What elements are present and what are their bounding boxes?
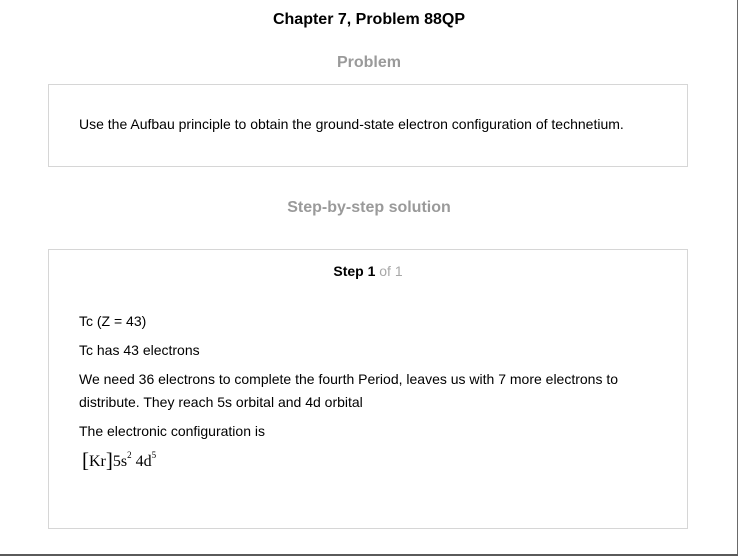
atomic-number-line: Tc (Z = 43)	[79, 313, 147, 329]
electron-count-line: Tc has 43 electrons	[79, 342, 200, 358]
configuration-label: The electronic configuration is	[79, 423, 265, 439]
problem-card: Use the Aufbau principle to obtain the g…	[48, 84, 688, 167]
page-title: Chapter 7, Problem 88QP	[272, 11, 466, 28]
formula-open-bracket: [	[82, 448, 89, 472]
formula-core: Kr	[89, 453, 106, 470]
formula-orbital-5s: 5s	[112, 453, 128, 470]
formula-orbital-4d: 4d	[135, 453, 152, 470]
step-count: of 1	[375, 263, 403, 279]
formula-exponent-4d: 5	[151, 449, 157, 460]
problem-text: Use the Aufbau principle to obtain the g…	[79, 116, 624, 132]
electron-configuration-formula: [Kr]5s2 4d5	[82, 449, 156, 472]
explanation-line: We need 36 electrons to complete the fou…	[79, 371, 619, 410]
problem-heading: Problem	[336, 54, 401, 71]
solution-heading: Step-by-step solution	[287, 199, 451, 216]
step-label: Step 1	[333, 263, 376, 279]
formula-exponent-5s: 2	[127, 449, 132, 460]
formula-close-bracket: ]	[105, 448, 113, 472]
step-header: Step 1 of 1	[49, 263, 687, 279]
solution-card: Step 1 of 1 Tc (Z = 43) Tc has 43 electr…	[48, 249, 688, 529]
